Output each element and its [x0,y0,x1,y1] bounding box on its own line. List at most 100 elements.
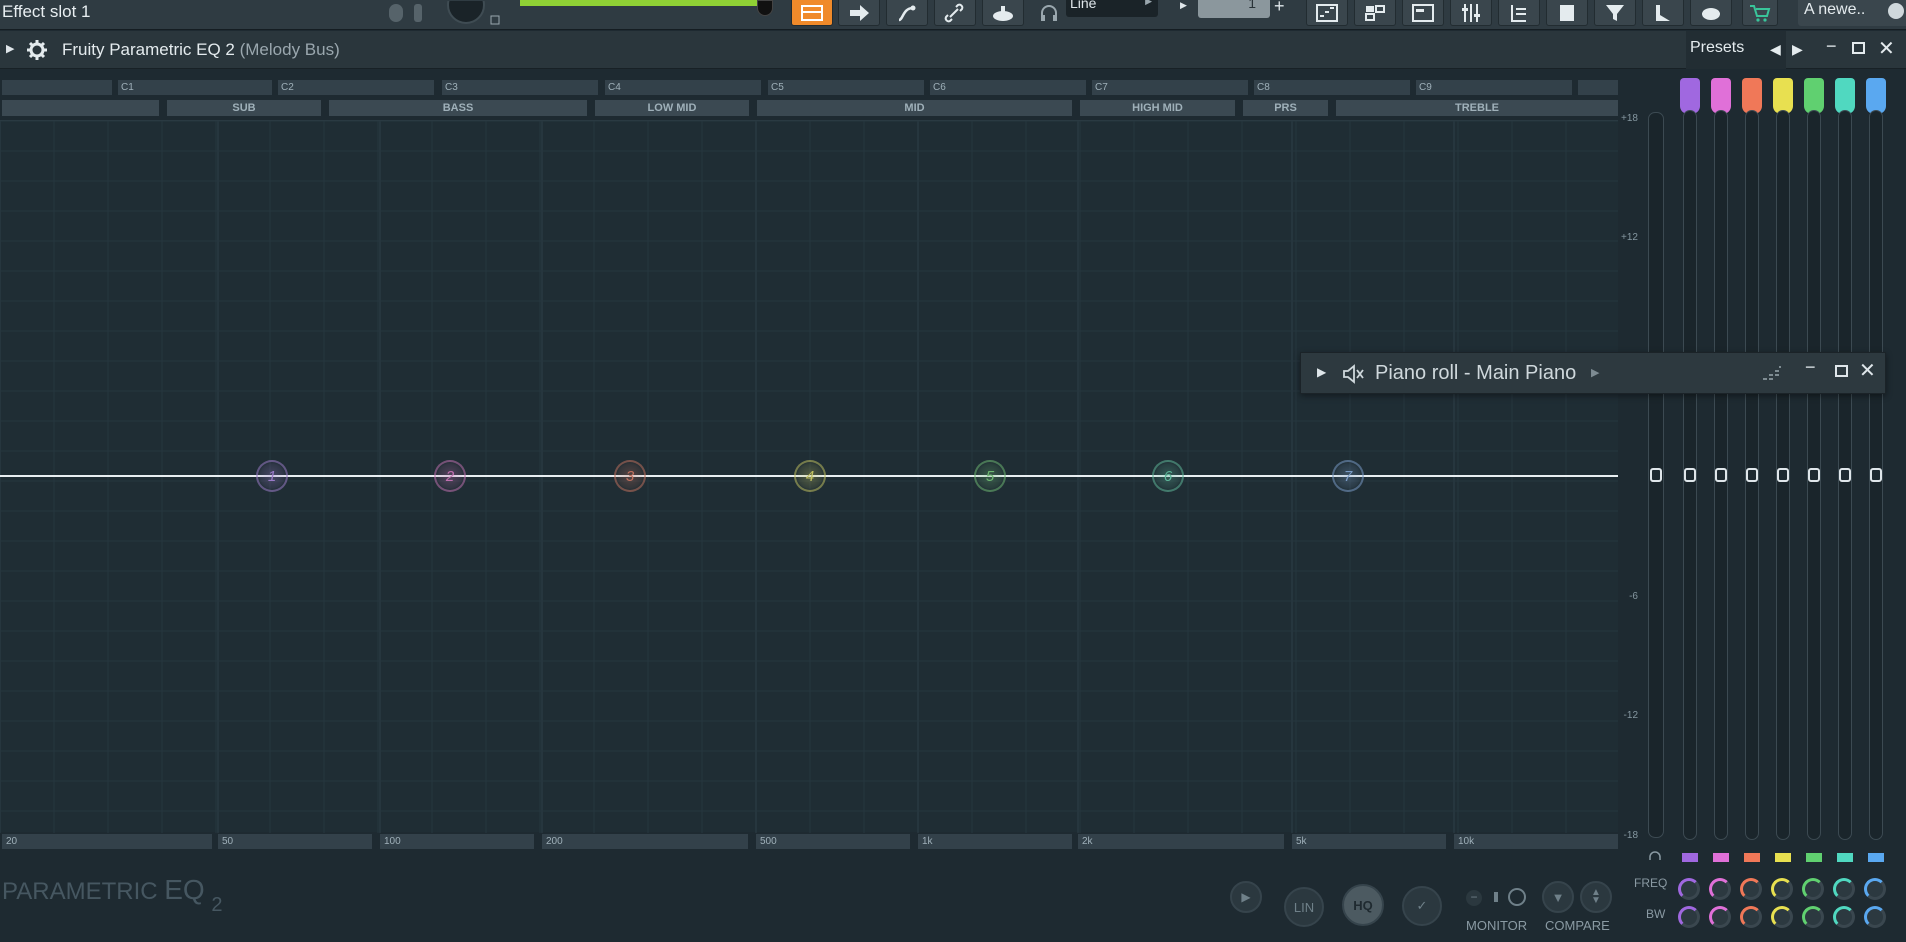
metronome-button[interactable] [982,0,1024,26]
eq-band-node-4[interactable]: 4 [794,460,826,492]
restore-icon[interactable] [1835,365,1848,377]
play-preview-button[interactable]: ▶ [1230,881,1262,913]
plugin-target: (Melody Bus) [239,40,340,59]
band-color-swatch [1682,853,1698,862]
band-gain-handle[interactable] [1746,468,1758,482]
triangle-down-icon: ▼ [1551,889,1565,905]
resize-grip-icon[interactable] [1761,365,1783,386]
snap-selector[interactable]: Line ▶ [1066,0,1158,17]
piano-roll-window[interactable]: ▶ Piano roll - Main Piano ▶ − ✕ [1300,352,1886,394]
band-ruler-cell: LOW MID [595,100,749,116]
eq-band-node-6[interactable]: 6 [1152,460,1184,492]
expand-arrow-icon[interactable]: ▶ [6,42,14,55]
band-freq-knob[interactable] [1864,878,1886,900]
step-sequencer-button[interactable] [838,0,880,26]
band-freq-knob[interactable] [1833,878,1855,900]
eq-graph[interactable]: 1 2 3 4 5 6 7 [0,120,1618,833]
piano-roll-icon [1412,3,1434,22]
band-bw-knob[interactable] [1771,906,1793,928]
minimize-icon[interactable]: − [1826,36,1837,57]
band-shape-button[interactable] [1680,78,1700,114]
channel-rack-button[interactable] [1354,0,1396,26]
eq-band-node-2[interactable]: 2 [434,460,466,492]
typing-keyboard-button[interactable] [886,0,928,26]
lin-button[interactable]: LIN [1284,887,1324,927]
help-button[interactable] [1690,0,1732,26]
monitor-dot-icon[interactable] [1508,888,1526,906]
mixer-icon [1462,3,1480,22]
shop-button[interactable] [1742,0,1778,26]
band-ruler-cell: PRS [1243,100,1328,116]
restore-icon[interactable] [1852,42,1865,54]
master-pitch-knob[interactable] [446,0,486,26]
add-pattern-icon[interactable]: + [1274,0,1285,17]
gear-icon[interactable] [26,39,48,66]
mixer-button[interactable] [1450,0,1492,26]
band-freq-knob[interactable] [1709,878,1731,900]
minus-icon[interactable]: − [1466,890,1482,906]
frequency-ruler-cell: 500 [756,834,910,849]
band-freq-knob[interactable] [1802,878,1824,900]
band-bw-knob[interactable] [1740,906,1762,928]
band-color-swatch [1806,853,1822,862]
eq-band-node-5[interactable]: 5 [974,460,1006,492]
expand-arrow-icon[interactable]: ▶ [1317,365,1326,379]
link-button[interactable] [934,0,976,26]
tempo-tapper-button[interactable] [1642,0,1684,26]
output-meter-handle[interactable] [1650,468,1662,482]
band-color-swatch [1868,853,1884,862]
compare-down-button[interactable]: ▼ [1542,881,1574,913]
news-panel[interactable]: A newe.. [1798,0,1906,26]
band-gain-handle[interactable] [1684,468,1696,482]
presets-label[interactable]: Presets [1690,39,1744,57]
band-bw-knob[interactable] [1802,906,1824,928]
band-bw-knob[interactable] [1678,906,1700,928]
band-gain-handle[interactable] [1777,468,1789,482]
eq-band-node-3[interactable]: 3 [614,460,646,492]
close-icon[interactable]: ✕ [1859,358,1876,383]
touch-controller-button[interactable] [1594,0,1636,26]
playlist-button[interactable] [791,0,833,26]
band-shape-button[interactable] [1866,78,1886,114]
cpu-meter-knob[interactable] [757,0,773,16]
band-shape-button[interactable] [1835,78,1855,114]
band-freq-knob[interactable] [1678,878,1700,900]
eq-band-node-1[interactable]: 1 [256,460,288,492]
band-freq-knob[interactable] [1740,878,1762,900]
compare-swap-button[interactable]: ▲ ▼ [1580,881,1612,913]
pattern-selector[interactable]: 1 [1198,0,1270,18]
band-freq-knob[interactable] [1771,878,1793,900]
band-shape-button[interactable] [1711,78,1731,114]
band-gain-handle[interactable] [1715,468,1727,482]
cart-icon [1750,4,1771,22]
piano-roll-button[interactable] [1402,0,1444,26]
band-bw-knob[interactable] [1864,906,1886,928]
note-ruler-cell [1578,80,1618,95]
band-shape-button[interactable] [1773,78,1793,114]
band-gain-handle[interactable] [1808,468,1820,482]
hq-button[interactable]: HQ [1342,884,1384,926]
eq-band-node-7[interactable]: 7 [1332,460,1364,492]
minimize-icon[interactable]: − [1805,357,1816,378]
check-button[interactable]: ✓ [1402,886,1442,926]
close-icon[interactable]: ✕ [1878,36,1895,61]
band-shape-button[interactable] [1804,78,1824,114]
speaker-icon[interactable] [1341,363,1365,390]
browser-button[interactable] [1498,0,1540,26]
band-gain-handle[interactable] [1870,468,1882,482]
band-gain-handle[interactable] [1839,468,1851,482]
band-ruler: SUB BASS LOW MID MID HIGH MID PRS TREBLE [0,100,1618,116]
band-shape-button[interactable] [1742,78,1762,114]
plugin-picker-button[interactable] [1546,0,1588,26]
plugin-title-bar[interactable]: ▶ Fruity Parametric EQ 2 (Melody Bus) Pr… [0,31,1906,69]
preset-prev-icon[interactable]: ◀ [1770,41,1781,58]
band-bw-knob[interactable] [1833,906,1855,928]
playlist-view-button[interactable] [1306,0,1348,26]
preset-next-icon[interactable]: ▶ [1792,41,1803,58]
band-bw-knob[interactable] [1709,906,1731,928]
frequency-ruler-cell: 100 [380,834,534,849]
monitor-bar-icon[interactable] [1494,892,1498,902]
band-color-swatch [1775,853,1791,862]
pattern-prev-icon[interactable]: ▶ [1180,0,1187,11]
monitor-headphones-icon[interactable] [1648,850,1662,869]
